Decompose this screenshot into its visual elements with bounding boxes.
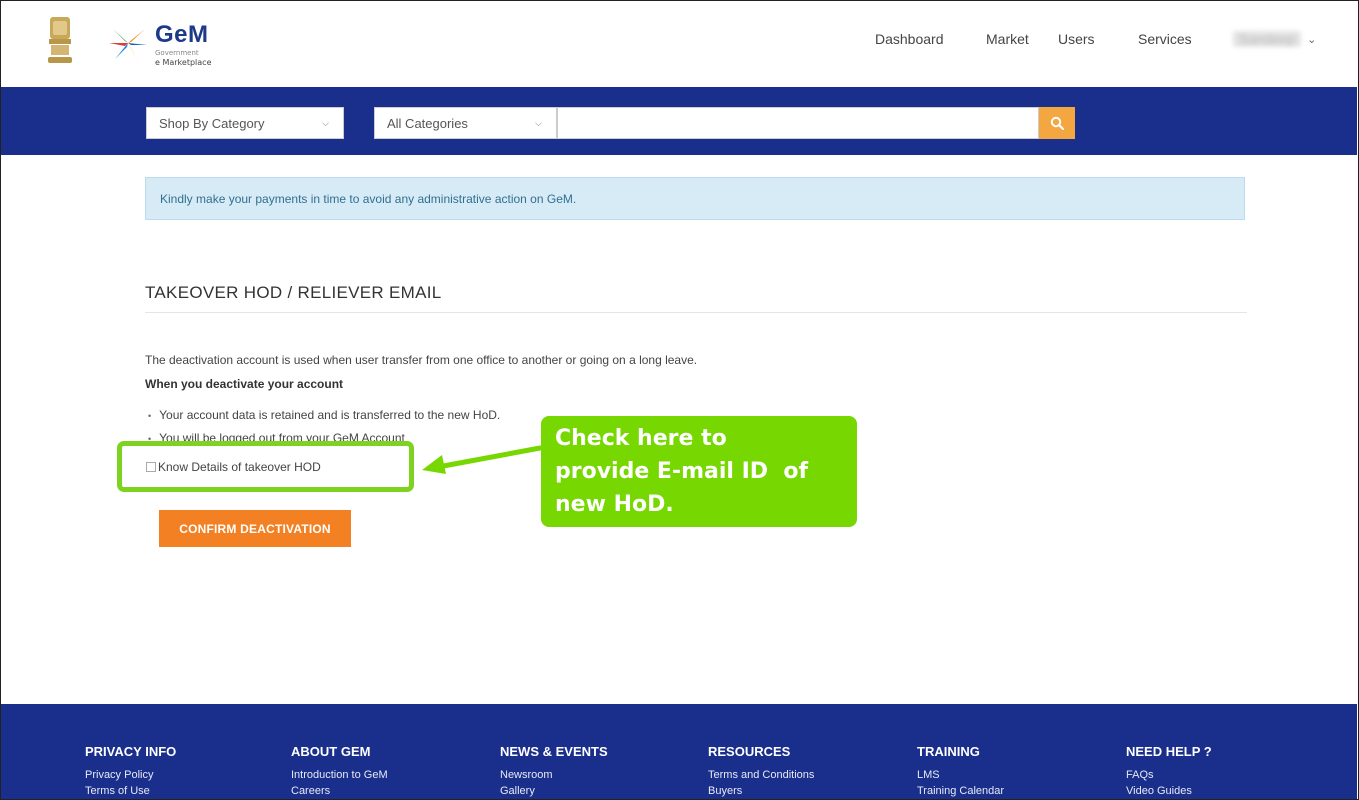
logo-subtitle-1: Government [155,49,199,57]
search-button[interactable] [1039,107,1075,139]
footer-link-faqs[interactable]: FAQs [1126,767,1212,783]
national-emblem-icon [48,17,72,63]
top-header: GeM Government e Marketplace Dashboard M… [1,1,1357,87]
footer-link-careers[interactable]: Careers [291,783,388,799]
footer-link-terms-of-use[interactable]: Terms of Use [85,783,176,799]
callout-line-3: new HoD. [555,492,674,517]
nav-market[interactable]: Market [986,31,1029,47]
shop-by-category-select[interactable]: Shop By Category ⌵ [146,107,344,139]
logo-title: GeM [155,21,209,48]
footer-link-introduction[interactable]: Introduction to GeM [291,767,388,783]
logo-subtitle-2: e Marketplace [155,58,212,67]
footer-link-newsroom[interactable]: Newsroom [500,767,608,783]
arrow-left-icon [422,445,542,474]
title-divider [145,312,1247,313]
user-menu[interactable]: Sandeep ⌄ [1233,31,1316,47]
footer-heading: NEWS & EVENTS [500,744,608,759]
footer-heading: NEED HELP ? [1126,744,1212,759]
subheading: When you deactivate your account [145,377,344,391]
chevron-down-icon: ⌵ [322,117,329,128]
alert-text: Kindly make your payments in time to avo… [160,191,577,206]
footer-column-news: NEWS & EVENTS Newsroom Gallery [500,744,608,799]
description-text: The deactivation account is used when us… [145,353,698,367]
footer-link-privacy-policy[interactable]: Privacy Policy [85,767,176,783]
footer-heading: RESOURCES [708,744,791,759]
logo-text: GeM Government e Marketplace [155,21,212,68]
footer-column-privacy: PRIVACY INFO Privacy Policy Terms of Use [85,744,176,799]
nav-services[interactable]: Services [1138,31,1192,47]
search-icon [1050,116,1064,130]
shop-by-category-label: Shop By Category [159,115,265,131]
list-item: Your account data is retained and is tra… [148,404,500,427]
instruction-callout: Check here to provide E-mail ID of new H… [541,416,857,527]
user-name[interactable]: Sandeep [1233,31,1302,47]
nav-dashboard[interactable]: Dashboard [875,31,944,47]
footer-column-about: ABOUT GEM Introduction to GeM Careers [291,744,388,799]
gem-logo-icon [109,29,147,63]
footer-link-lms[interactable]: LMS [917,767,1004,783]
search-bar: Shop By Category ⌵ All Categories ⌵ [1,87,1357,155]
footer-heading: TRAINING [917,744,980,759]
callout-line-2: provide E-mail ID of [555,459,809,484]
footer-heading: PRIVACY INFO [85,744,177,759]
payment-alert: Kindly make your payments in time to avo… [145,177,1245,220]
footer-column-resources: RESOURCES Terms and Conditions Buyers [708,744,814,799]
footer-link-buyers[interactable]: Buyers [708,783,814,799]
site-footer: PRIVACY INFO Privacy Policy Terms of Use… [1,704,1357,799]
chevron-down-icon[interactable]: ⌄ [1307,33,1316,46]
footer-column-training: TRAINING LMS Training Calendar [917,744,1004,799]
all-categories-label: All Categories [387,115,468,131]
callout-line-1: Check here to [555,426,727,451]
footer-link-gallery[interactable]: Gallery [500,783,608,799]
footer-link-terms-and-conditions[interactable]: Terms and Conditions [708,767,814,783]
footer-link-video-guides[interactable]: Video Guides [1126,783,1212,799]
footer-heading: ABOUT GEM [291,744,371,759]
nav-users[interactable]: Users [1058,31,1095,47]
checkbox-highlight [117,441,414,492]
footer-link-training-calendar[interactable]: Training Calendar [917,783,1004,799]
chevron-down-icon: ⌵ [535,117,542,128]
page-title: TAKEOVER HOD / RELIEVER EMAIL [145,283,442,302]
all-categories-select[interactable]: All Categories ⌵ [374,107,557,139]
footer-column-help: NEED HELP ? FAQs Video Guides [1126,744,1212,799]
confirm-deactivation-button[interactable]: CONFIRM DEACTIVATION [159,510,351,547]
search-input[interactable] [557,107,1039,139]
